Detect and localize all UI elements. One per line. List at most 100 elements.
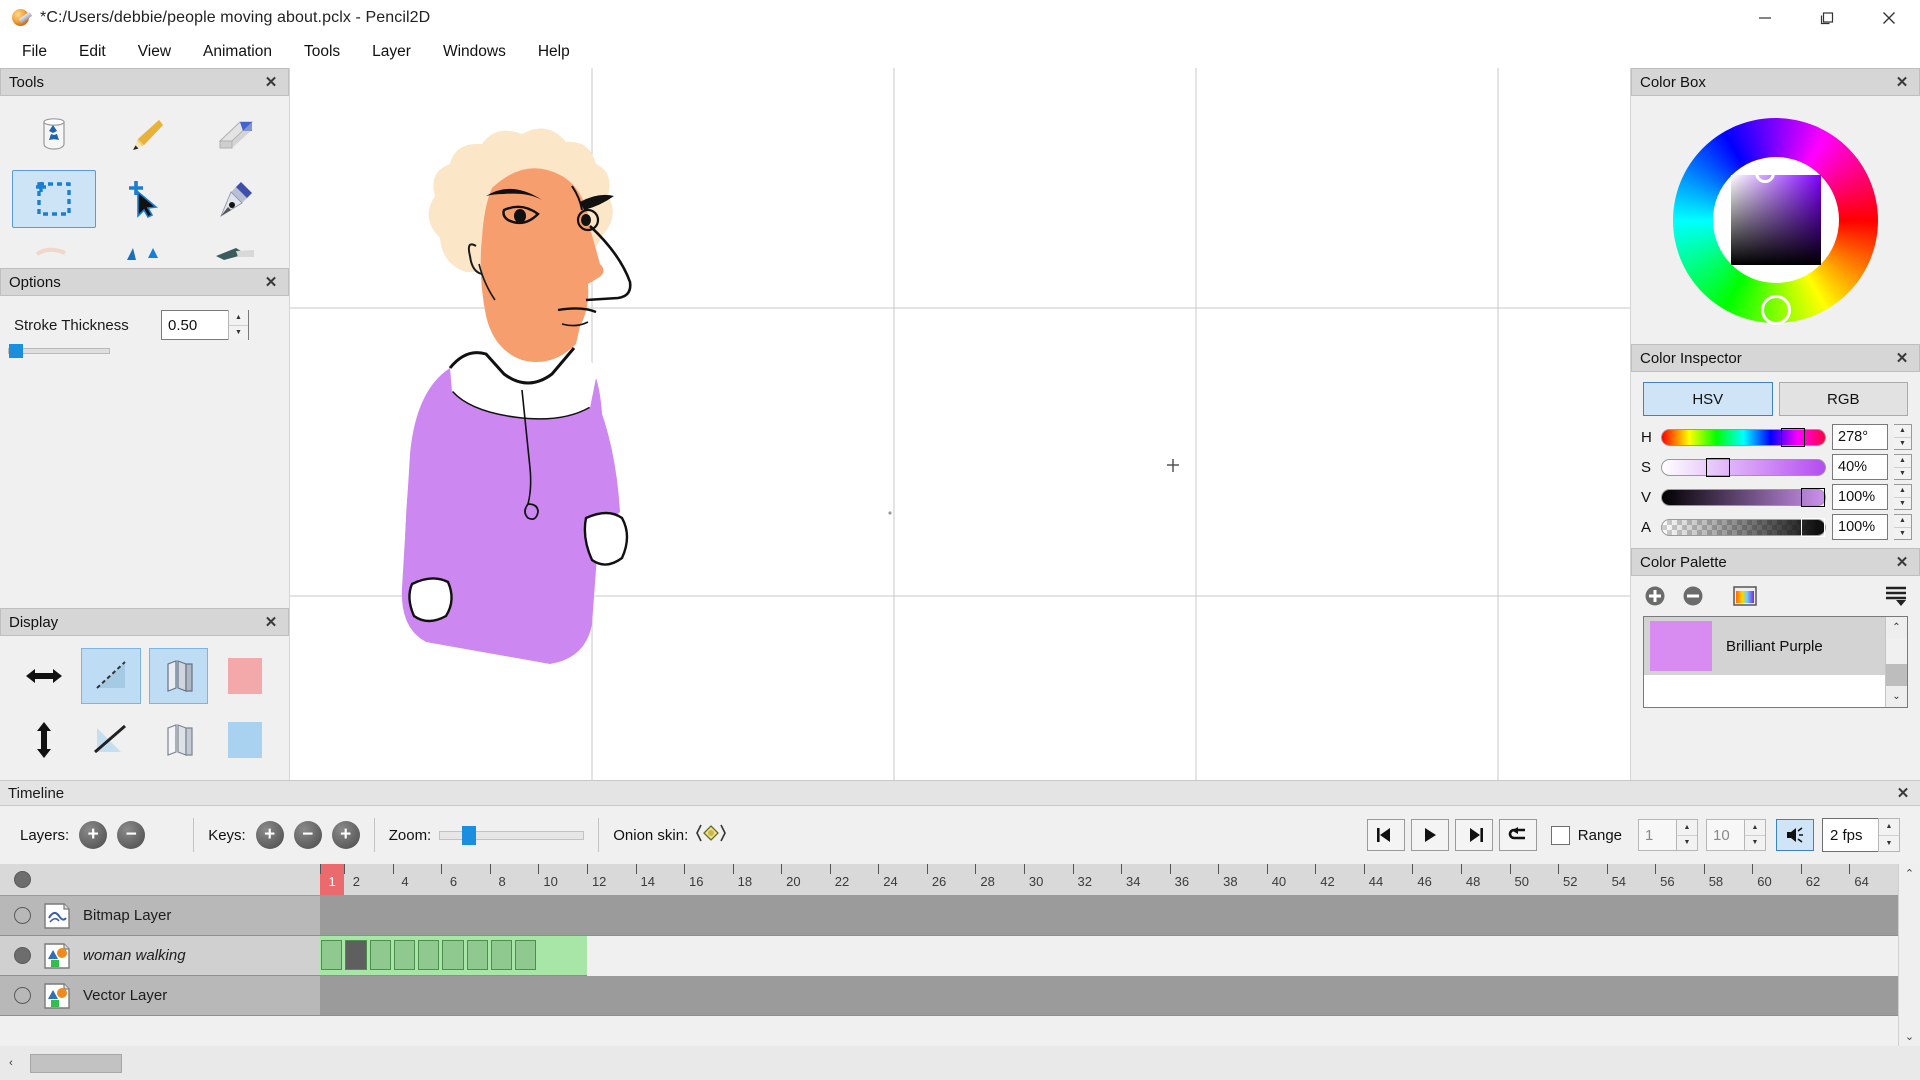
chevron-up-icon[interactable]: ▲ [1894, 485, 1911, 497]
palette-swatch-row[interactable]: Brilliant Purple [1644, 617, 1885, 675]
chevron-up-icon[interactable]: ▲ [1894, 455, 1911, 467]
chevron-up-icon[interactable]: ▲ [1894, 425, 1911, 437]
sv-marker[interactable] [1754, 163, 1775, 183]
keyframe[interactable] [490, 940, 513, 970]
tab-rgb[interactable]: RGB [1778, 382, 1908, 416]
onion-red-tint-button[interactable] [216, 648, 275, 704]
keyframe[interactable] [345, 940, 367, 970]
fps-stepper[interactable]: 2 fps ▲ ▼ [1822, 818, 1900, 852]
close-icon[interactable]: ✕ [1893, 349, 1911, 367]
menu-animation[interactable]: Animation [187, 39, 288, 65]
track-vector-layer[interactable] [320, 976, 1898, 1016]
onion-skin-button[interactable] [696, 822, 727, 848]
menu-help[interactable]: Help [522, 39, 586, 65]
slider-handle[interactable] [9, 344, 23, 358]
palette-menu-button[interactable] [1884, 584, 1908, 608]
next-frame-button[interactable] [1454, 819, 1493, 851]
alpha-slider[interactable] [1661, 517, 1826, 537]
timeline-horizontal-scrollbar[interactable]: ‹ [0, 1046, 1920, 1080]
keyframe[interactable] [393, 940, 416, 970]
scrollbar-thumb[interactable] [1886, 664, 1907, 686]
flip-vertical-button[interactable] [14, 712, 73, 768]
menu-edit[interactable]: Edit [63, 39, 122, 65]
timeline-vertical-scrollbar[interactable]: ⌃ ⌄ [1898, 864, 1920, 1046]
move-tool-button[interactable] [102, 170, 186, 228]
close-icon[interactable]: ✕ [262, 273, 280, 291]
polyline-tool-button[interactable] [102, 234, 186, 268]
value-value[interactable]: 100% [1832, 484, 1888, 510]
maximize-button[interactable] [1796, 0, 1858, 36]
saturation-slider-knob[interactable] [1706, 457, 1730, 477]
alpha-value[interactable]: 100% [1832, 514, 1888, 540]
scroll-up-icon[interactable]: ⌃ [1905, 867, 1914, 880]
menu-tools[interactable]: Tools [288, 39, 356, 65]
keyframe[interactable] [515, 940, 537, 970]
drawing-canvas[interactable] [290, 68, 1630, 780]
range-start-stepper[interactable]: 1 ▲ ▼ [1638, 819, 1698, 851]
swatch-color[interactable] [1650, 621, 1712, 671]
timeline-zoom-slider[interactable] [439, 825, 585, 845]
chevron-down-icon[interactable]: ▼ [1879, 834, 1899, 851]
loop-button[interactable] [1498, 819, 1537, 851]
hue-value[interactable]: 278° [1832, 424, 1888, 450]
layer-row-vector[interactable]: Vector Layer [0, 976, 320, 1016]
hue-slider[interactable] [1661, 427, 1826, 447]
track-woman-walking[interactable] [320, 936, 588, 976]
onion-blue-tint-button[interactable] [216, 712, 275, 768]
keyframe[interactable] [442, 940, 464, 970]
menu-file[interactable]: File [6, 39, 63, 65]
menu-layer[interactable]: Layer [356, 39, 427, 65]
layer-visibility-toggle[interactable] [14, 907, 31, 924]
saturation-slider[interactable] [1661, 457, 1826, 477]
duplicate-key-button[interactable]: + [331, 821, 360, 849]
add-key-button[interactable]: + [255, 821, 284, 849]
remove-color-button[interactable] [1681, 584, 1705, 608]
bucket-tool-button[interactable] [12, 106, 96, 164]
sound-toggle-button[interactable] [1776, 819, 1814, 851]
chevron-up-icon[interactable]: ▲ [229, 310, 248, 325]
timeline-tracks[interactable]: 1 2 4 6 8 10 12 14 16 18 20 22 24 26 28 30 32 34 36 38 40 42 4… [320, 864, 1898, 1046]
range-end-stepper[interactable]: 10 ▲ ▼ [1706, 819, 1766, 851]
chevron-down-icon[interactable]: ▼ [1677, 834, 1697, 850]
keyframe[interactable] [321, 940, 343, 970]
layer-row-woman-walking[interactable]: woman walking [0, 936, 320, 976]
select-tool-button[interactable] [12, 170, 97, 228]
value-slider[interactable] [1661, 487, 1826, 507]
tab-hsv[interactable]: HSV [1643, 382, 1773, 416]
saturation-value[interactable]: 40% [1832, 454, 1888, 480]
keyframe[interactable] [369, 940, 391, 970]
remove-layer-button[interactable]: − [117, 821, 146, 849]
chevron-up-icon[interactable]: ▲ [1677, 820, 1697, 835]
saturation-value-square[interactable] [1730, 163, 1821, 265]
chevron-down-icon[interactable]: ▼ [1894, 436, 1911, 449]
timeline-ruler[interactable]: 1 2 4 6 8 10 12 14 16 18 20 22 24 26 28 30 32 34 36 38 40 42 4… [320, 864, 1898, 896]
hue-slider-knob[interactable] [1780, 427, 1805, 447]
close-icon[interactable]: ✕ [262, 73, 280, 91]
palette-grid-view-button[interactable] [1733, 584, 1757, 608]
keyframe[interactable] [466, 940, 488, 970]
stroke-thickness-slider[interactable] [0, 344, 110, 358]
chevron-up-icon[interactable]: ▲ [1894, 515, 1911, 527]
close-icon[interactable]: ✕ [262, 613, 280, 631]
mirror-view-vertical-button[interactable] [149, 712, 208, 768]
pen-tool-button[interactable] [193, 170, 277, 228]
mirror-view-button[interactable] [148, 648, 208, 704]
chevron-down-icon[interactable]: ▼ [1745, 834, 1765, 850]
play-button[interactable] [1410, 819, 1449, 851]
scroll-down-icon[interactable]: ⌄ [1886, 685, 1907, 707]
chevron-down-icon[interactable]: ▼ [1894, 526, 1911, 539]
scroll-down-icon[interactable]: ⌄ [1905, 1030, 1914, 1043]
close-icon[interactable]: ✕ [1893, 553, 1911, 571]
range-start-value[interactable]: 1 [1638, 819, 1676, 851]
menu-view[interactable]: View [122, 39, 187, 65]
add-color-button[interactable] [1643, 584, 1667, 608]
smudge-tool-button[interactable] [12, 234, 96, 268]
keyframe[interactable] [418, 940, 440, 970]
chevron-down-icon[interactable]: ▼ [1894, 466, 1911, 479]
stroke-thickness-input[interactable] [162, 311, 228, 339]
scrollbar-thumb[interactable] [30, 1053, 122, 1073]
palette-scrollbar[interactable]: ⌃ ⌄ [1885, 617, 1907, 707]
palette-swatch-list[interactable]: Brilliant Purple ⌃ ⌄ [1643, 616, 1908, 708]
range-end-value[interactable]: 10 [1706, 819, 1744, 851]
stroke-thickness-stepper[interactable]: ▲ ▼ [161, 310, 249, 340]
